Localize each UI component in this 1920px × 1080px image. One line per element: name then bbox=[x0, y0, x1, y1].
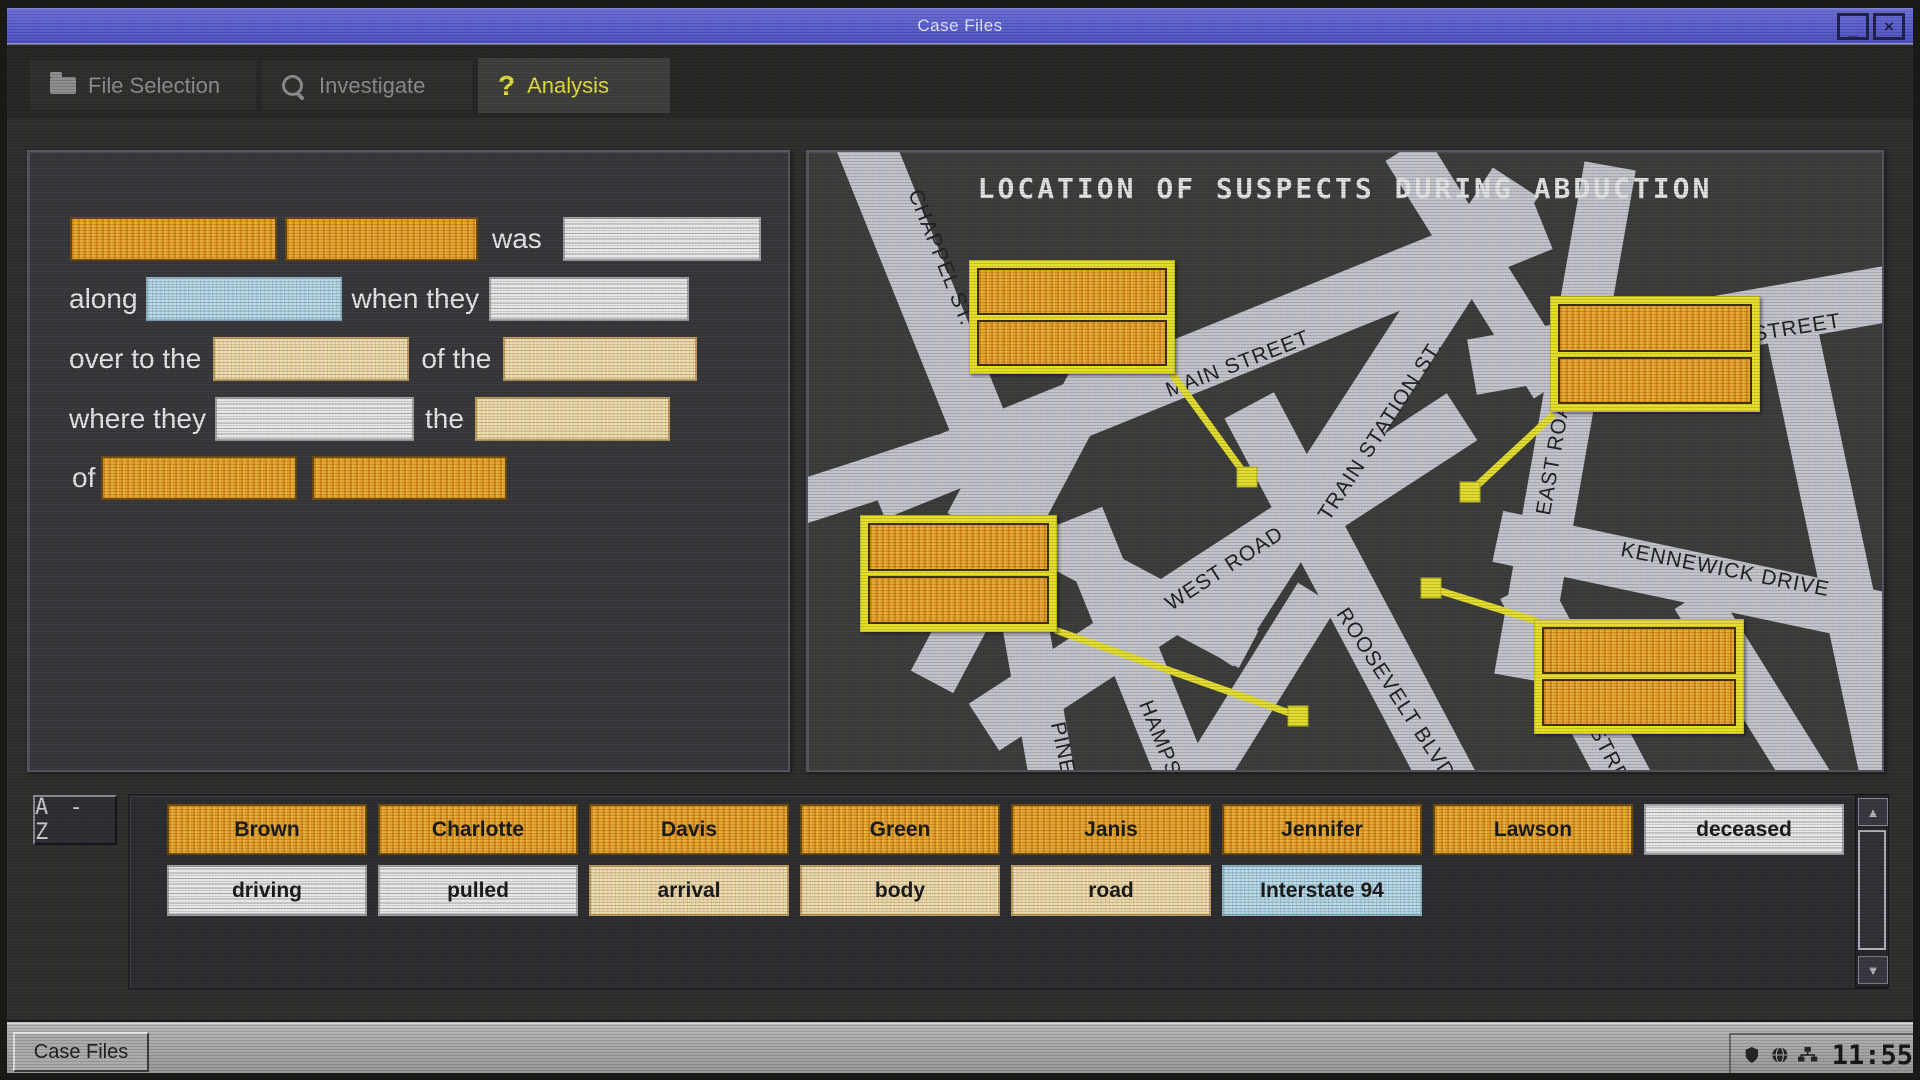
tab-label: Analysis bbox=[527, 73, 609, 99]
map-title: LOCATION OF SUSPECTS DURING ABDUCTION bbox=[808, 172, 1882, 205]
window-title: Case Files bbox=[7, 16, 1913, 36]
sentence-text: of bbox=[72, 462, 95, 494]
scroll-up-button[interactable]: ▲ bbox=[1858, 798, 1888, 826]
map-drop-slot[interactable] bbox=[977, 320, 1167, 367]
network-icon bbox=[1798, 1045, 1817, 1065]
word-tile[interactable]: Lawson bbox=[1433, 804, 1633, 855]
sentence-text: over to the bbox=[69, 343, 201, 375]
map-slot-c bbox=[860, 515, 1057, 632]
word-tile[interactable]: body bbox=[800, 865, 1000, 916]
minimize-button[interactable]: _ bbox=[1837, 13, 1869, 40]
sort-az-button[interactable]: A - Z bbox=[33, 795, 117, 845]
sentence-text: the bbox=[425, 403, 464, 435]
tab-label: Investigate bbox=[319, 73, 425, 99]
sentence-slot[interactable] bbox=[146, 277, 342, 321]
map-marker bbox=[1421, 578, 1441, 598]
tab-label: File Selection bbox=[88, 73, 220, 99]
word-tile[interactable]: driving bbox=[167, 865, 367, 916]
scrollbar-thumb[interactable] bbox=[1858, 830, 1886, 950]
map-drop-slot[interactable] bbox=[868, 576, 1049, 624]
sentence-slot[interactable] bbox=[70, 217, 277, 261]
word-tile[interactable]: deceased bbox=[1644, 804, 1844, 855]
map-slot-b bbox=[1550, 296, 1760, 412]
question-icon: ? bbox=[498, 70, 515, 102]
map-drop-slot[interactable] bbox=[1558, 304, 1752, 352]
word-tile[interactable]: Jennifer bbox=[1222, 804, 1422, 855]
main-area: was along when they over to the of the w… bbox=[7, 118, 1913, 1020]
titlebar: Case Files _ × bbox=[7, 8, 1913, 46]
map-slot-a bbox=[969, 260, 1175, 374]
map-drop-slot[interactable] bbox=[1558, 357, 1752, 405]
sentence-text: was bbox=[492, 223, 542, 255]
map-drop-slot[interactable] bbox=[1542, 627, 1736, 674]
folder-icon bbox=[50, 77, 76, 94]
sentence-text: where they bbox=[69, 403, 206, 435]
tab-bar: File Selection Investigate ? Analysis bbox=[7, 45, 1913, 118]
sentence-text: of the bbox=[421, 343, 491, 375]
sentence-panel: was along when they over to the of the w… bbox=[27, 150, 790, 772]
word-tile[interactable]: road bbox=[1011, 865, 1211, 916]
map-marker bbox=[1460, 482, 1480, 502]
word-tile[interactable]: Green bbox=[800, 804, 1000, 855]
scroll-down-button[interactable]: ▼ bbox=[1858, 956, 1888, 984]
map-marker bbox=[1237, 467, 1257, 487]
sentence-slot[interactable] bbox=[101, 456, 297, 500]
close-button[interactable]: × bbox=[1873, 13, 1905, 40]
word-tile[interactable]: Davis bbox=[589, 804, 789, 855]
map-slot-d bbox=[1534, 619, 1744, 734]
sentence-text: when they bbox=[352, 283, 480, 315]
shield-icon bbox=[1743, 1044, 1761, 1066]
map-marker bbox=[1288, 706, 1308, 726]
taskbar-app-button[interactable]: Case Files bbox=[13, 1032, 149, 1072]
sentence-slot[interactable] bbox=[215, 397, 414, 441]
sentence-slot[interactable] bbox=[489, 277, 689, 321]
word-tile[interactable]: Janis bbox=[1011, 804, 1211, 855]
sentence-slot[interactable] bbox=[563, 217, 761, 261]
word-tile[interactable]: Charlotte bbox=[378, 804, 578, 855]
tab-analysis[interactable]: ? Analysis bbox=[478, 58, 670, 113]
sentence-text: along bbox=[69, 283, 138, 315]
word-tile[interactable]: Interstate 94 bbox=[1222, 865, 1422, 916]
word-tile[interactable]: pulled bbox=[378, 865, 578, 916]
sentence-slot[interactable] bbox=[503, 337, 697, 381]
sentence-slot[interactable] bbox=[312, 456, 507, 500]
sentence-slot[interactable] bbox=[213, 337, 409, 381]
word-tile[interactable]: Brown bbox=[167, 804, 367, 855]
globe-icon bbox=[1771, 1044, 1789, 1066]
word-tile[interactable]: arrival bbox=[589, 865, 789, 916]
tab-file-selection[interactable]: File Selection bbox=[30, 61, 256, 110]
clock: 11:55 bbox=[1832, 1040, 1913, 1071]
game-window: Case Files _ × File Selection Investigat… bbox=[0, 0, 1920, 1080]
map-panel: LOCATION OF SUSPECTS DURING ABDUCTION bbox=[806, 150, 1884, 772]
system-tray: 11:55 bbox=[1729, 1033, 1913, 1075]
sentence-slot[interactable] bbox=[285, 217, 478, 261]
magnifier-icon bbox=[282, 75, 303, 96]
map-drop-slot[interactable] bbox=[977, 268, 1167, 315]
map-drop-slot[interactable] bbox=[868, 523, 1049, 571]
sentence-slot[interactable] bbox=[475, 397, 670, 441]
map-drop-slot[interactable] bbox=[1542, 679, 1736, 726]
taskbar: Case Files bbox=[7, 1022, 1913, 1075]
tab-investigate[interactable]: Investigate bbox=[262, 61, 472, 110]
window-frame-edge bbox=[0, 1073, 1920, 1080]
